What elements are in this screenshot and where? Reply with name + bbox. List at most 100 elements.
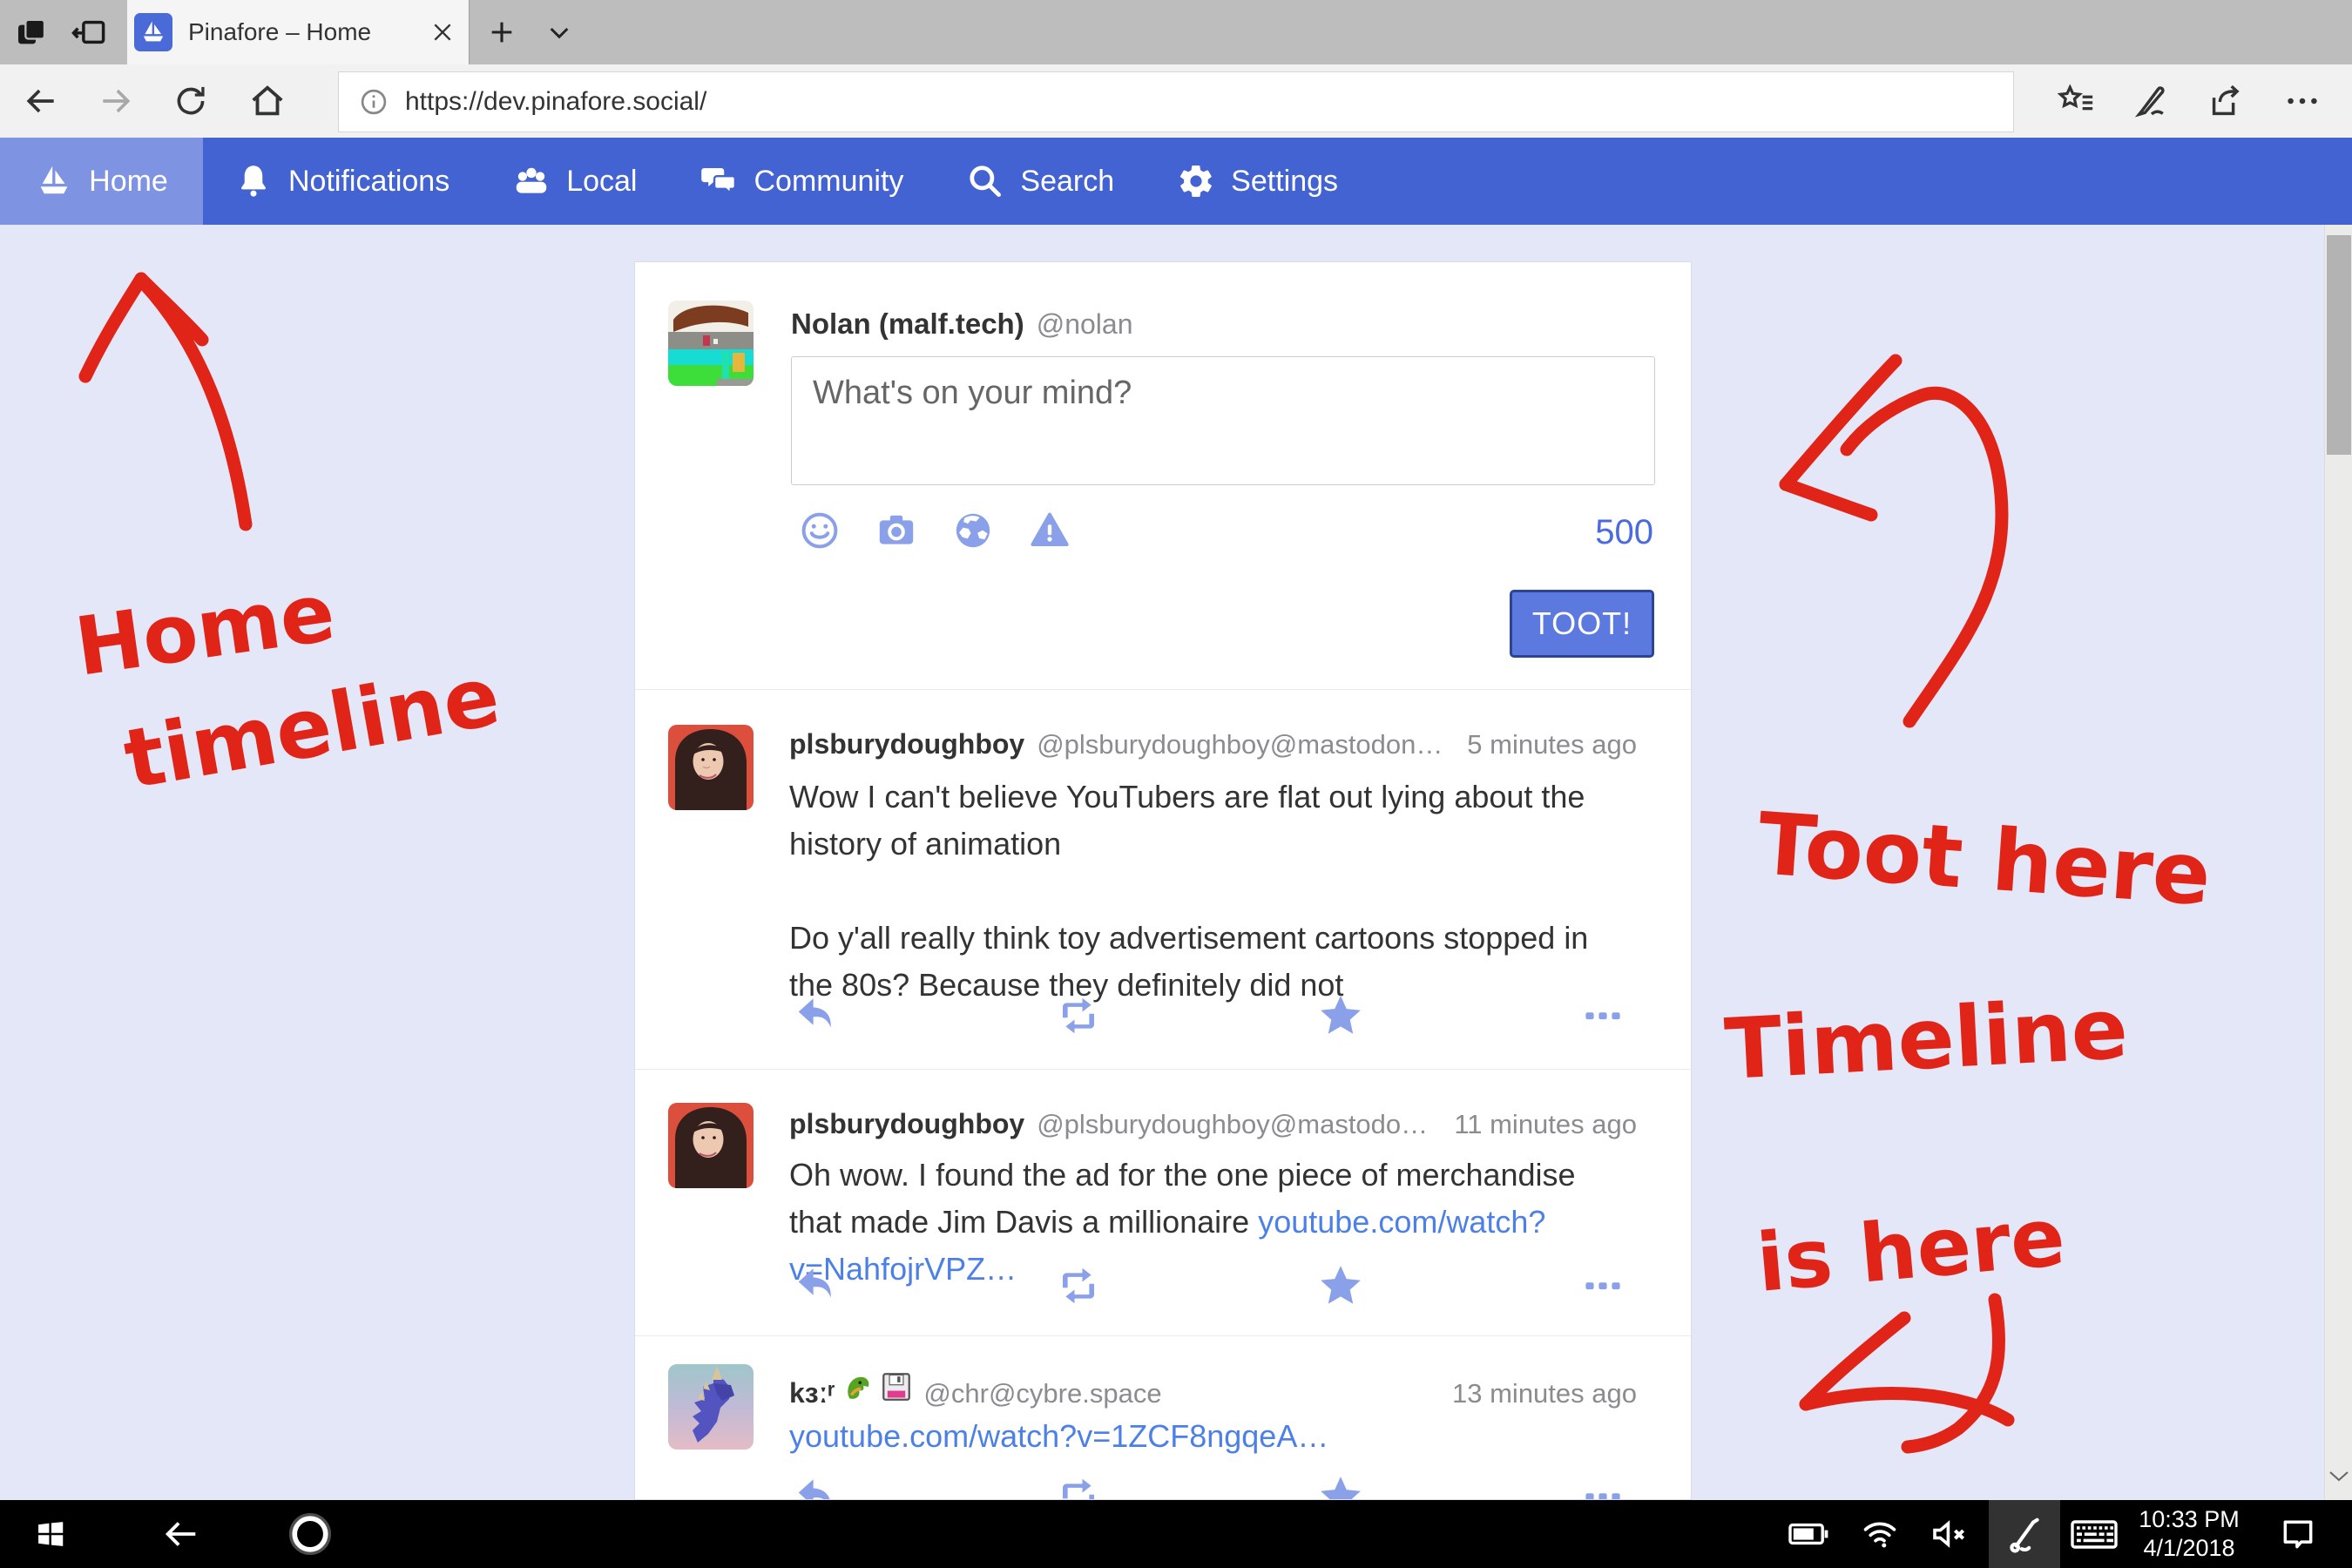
post-author[interactable]: plsburydoughboy	[789, 1108, 1024, 1140]
taskbar: 10:33 PM 4/1/2018	[0, 1500, 2352, 1568]
refresh-icon[interactable]	[160, 64, 221, 138]
sailboat-icon	[35, 162, 73, 200]
tab-title: Pinafore – Home	[188, 18, 416, 46]
nav-tab-community[interactable]: Community	[668, 138, 935, 225]
timeline-post[interactable]: plsburydoughboy @plsburydoughboy@mastodo…	[635, 1069, 1691, 1336]
speech-bubbles-icon	[700, 162, 738, 200]
custom-emojis	[843, 1371, 911, 1402]
more-options-icon[interactable]	[1576, 993, 1630, 1038]
magnifier-icon	[966, 162, 1004, 200]
post-author[interactable]: kɜːʳ	[789, 1377, 835, 1409]
favorite-icon[interactable]	[1314, 993, 1368, 1038]
favorites-icon[interactable]	[2045, 64, 2106, 138]
nav-tab-local[interactable]: Local	[481, 138, 668, 225]
tab-dropdown-icon[interactable]	[533, 0, 585, 64]
boost-icon[interactable]	[1051, 1474, 1105, 1500]
post-timestamp[interactable]: 13 minutes ago	[1435, 1378, 1637, 1409]
compose-handle: @nolan	[1037, 308, 1133, 341]
more-options-icon[interactable]	[2272, 64, 2333, 138]
timeline-card: Nolan (malf.tech) @nolan	[634, 261, 1692, 1500]
address-bar[interactable]	[338, 71, 2014, 132]
screen: Pinafore – Home	[0, 0, 2352, 1568]
battery-icon[interactable]	[1782, 1500, 1835, 1568]
url-input[interactable]	[403, 86, 2013, 118]
nav-label: Local	[566, 165, 637, 199]
forward-icon[interactable]	[85, 64, 146, 138]
page-info-icon[interactable]	[358, 86, 389, 118]
post-handle: @chr@cybre.space	[923, 1378, 1161, 1409]
reply-icon[interactable]	[789, 1474, 843, 1500]
emoji-picker-icon[interactable]	[797, 508, 842, 553]
avatar[interactable]	[668, 301, 754, 386]
reply-icon[interactable]	[789, 993, 843, 1038]
clock-date: 4/1/2018	[2132, 1534, 2246, 1563]
post-author[interactable]: plsburydoughboy	[789, 728, 1024, 760]
post-text: youtube.com/watch?v=1ZCF8ngqeA…	[789, 1413, 1634, 1460]
new-tab-icon[interactable]	[476, 0, 528, 64]
floppy-disk-emoji-icon	[882, 1372, 911, 1402]
avatar[interactable]	[668, 1103, 754, 1188]
page-content: Nolan (malf.tech) @nolan	[0, 225, 2352, 1500]
browser-tab[interactable]: Pinafore – Home	[127, 0, 470, 64]
browser-toolbar	[0, 64, 2352, 138]
nav-label: Community	[754, 165, 903, 199]
nav-tab-search[interactable]: Search	[935, 138, 1146, 225]
nav-tab-notifications[interactable]: Notifications	[203, 138, 481, 225]
pinafore-nav: Home Notifications Local Community Searc…	[0, 138, 2352, 225]
avatar[interactable]	[668, 1364, 754, 1450]
timeline-post[interactable]: plsburydoughboy @plsburydoughboy@mastodo…	[635, 689, 1691, 1070]
taskbar-clock[interactable]: 10:33 PM 4/1/2018	[2132, 1505, 2246, 1563]
post-timestamp[interactable]: 5 minutes ago	[1450, 729, 1637, 760]
scrollbar-track[interactable]	[2324, 225, 2352, 1500]
taskbar-back-icon[interactable]	[146, 1500, 216, 1568]
compose-input[interactable]	[791, 356, 1655, 485]
nav-label: Search	[1020, 165, 1114, 199]
tab-preview-icon[interactable]	[5, 0, 57, 64]
timeline-post[interactable]: kɜːʳ @chr@cybre.space 13 minutes ago you…	[635, 1335, 1691, 1500]
wifi-icon[interactable]	[1854, 1500, 1906, 1568]
volume-muted-icon[interactable]	[1922, 1500, 1977, 1568]
back-icon[interactable]	[10, 64, 71, 138]
more-options-icon[interactable]	[1576, 1474, 1630, 1500]
post-link[interactable]: youtube.com/watch?v=1ZCF8ngqeA…	[789, 1418, 1328, 1454]
post-handle: @plsburydoughboy@mastodon.s…	[1037, 1109, 1436, 1140]
gear-icon	[1177, 162, 1215, 200]
nav-tab-home[interactable]: Home	[0, 138, 203, 225]
favorite-icon[interactable]	[1314, 1263, 1368, 1308]
post-text: Wow I can't believe YouTubers are flat o…	[789, 774, 1634, 868]
post-timestamp[interactable]: 11 minutes ago	[1436, 1109, 1637, 1140]
scrollbar-thumb[interactable]	[2327, 235, 2351, 455]
set-tabs-aside-icon[interactable]	[63, 0, 115, 64]
nav-label: Settings	[1231, 165, 1338, 199]
boost-icon[interactable]	[1051, 1263, 1105, 1308]
compose-display-name: Nolan (malf.tech)	[791, 308, 1024, 341]
windows-ink-icon[interactable]	[1989, 1500, 2060, 1568]
scroll-down-icon[interactable]	[2328, 1469, 2350, 1484]
content-warning-icon[interactable]	[1027, 508, 1072, 553]
action-center-icon[interactable]	[2265, 1500, 2331, 1568]
media-upload-icon[interactable]	[874, 508, 919, 553]
dragon-emoji-icon	[843, 1371, 875, 1402]
char-count: 500	[1595, 513, 1653, 552]
nav-tab-settings[interactable]: Settings	[1146, 138, 1369, 225]
reply-icon[interactable]	[789, 1263, 843, 1308]
post-handle: @plsburydoughboy@mastodon.so…	[1037, 729, 1450, 760]
clock-time: 10:33 PM	[2132, 1505, 2246, 1534]
web-note-icon[interactable]	[2120, 64, 2181, 138]
favorite-icon[interactable]	[1314, 1474, 1368, 1500]
avatar[interactable]	[668, 725, 754, 810]
pinafore-favicon-icon	[134, 13, 172, 51]
share-icon[interactable]	[2195, 64, 2256, 138]
home-icon[interactable]	[237, 64, 298, 138]
more-options-icon[interactable]	[1576, 1263, 1630, 1308]
close-tab-icon[interactable]	[416, 0, 469, 64]
cortana-icon[interactable]	[275, 1500, 345, 1568]
touch-keyboard-icon[interactable]	[2063, 1500, 2126, 1568]
boost-icon[interactable]	[1051, 993, 1105, 1038]
nav-label: Home	[89, 165, 168, 199]
browser-tab-bar: Pinafore – Home	[0, 0, 2352, 64]
toot-button[interactable]: TOOT!	[1510, 590, 1654, 658]
post-privacy-globe-icon[interactable]	[950, 508, 996, 553]
start-button-icon[interactable]	[19, 1500, 82, 1568]
nav-label: Notifications	[288, 165, 449, 199]
